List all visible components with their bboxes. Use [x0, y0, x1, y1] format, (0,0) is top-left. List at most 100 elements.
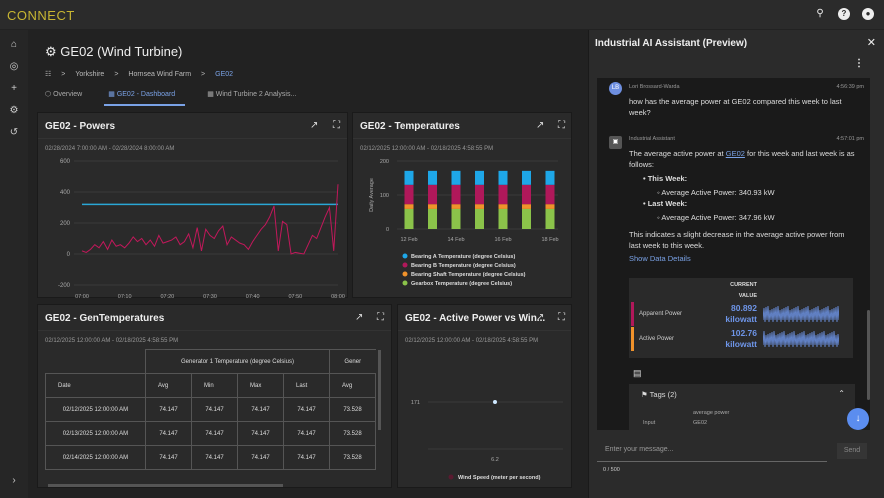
account-icon[interactable]: ●	[862, 8, 874, 20]
tab-dashboard[interactable]: ▦ GE02 - Dashboard	[104, 90, 186, 106]
history-icon[interactable]: ↺	[0, 122, 28, 144]
tab-overview[interactable]: ⬡ Overview	[45, 90, 82, 106]
open-external-icon[interactable]: ↗	[536, 120, 544, 131]
home-icon[interactable]: ⌂	[0, 34, 28, 56]
fullscreen-icon[interactable]: ⛶	[377, 312, 384, 323]
y-tick-label: 171	[411, 400, 420, 406]
gentemperatures-table: Generator 1 Temperature (degree Celsius)…	[45, 349, 376, 470]
x-tick-label: 07:30	[203, 294, 217, 300]
message-input[interactable]: Enter your message...	[597, 438, 827, 462]
x-tick-label: 07:40	[246, 294, 260, 300]
message-time: 4:56:39 pm	[836, 84, 864, 90]
column-header[interactable]: Min	[191, 373, 238, 398]
hierarchy-icon[interactable]: ☷	[45, 70, 51, 78]
fullscreen-icon[interactable]: ⛶	[558, 120, 565, 131]
table-cell: 74.147	[191, 421, 238, 446]
table-cell: 74.147	[283, 445, 330, 470]
table-cell: 74.147	[237, 397, 284, 422]
column-header[interactable]: Avg	[145, 373, 192, 398]
y-tick-label: 600	[60, 159, 71, 165]
details-row: Active Power 102.76 kilowatt	[629, 327, 853, 351]
breadcrumb-yorkshire[interactable]: Yorkshire	[75, 71, 104, 78]
time-range: 02/12/2025 12:00:00 AM - 02/18/2025 4:58…	[360, 146, 494, 152]
send-button[interactable]: Send	[837, 443, 867, 459]
breadcrumb-current[interactable]: GE02	[215, 71, 233, 78]
x-tick-label: 14 Feb	[447, 237, 464, 243]
show-data-details-link[interactable]: Show Data Details	[629, 254, 691, 263]
x-tick-label: 12 Feb	[400, 237, 417, 243]
scroll-down-button[interactable]: ↓	[847, 408, 869, 430]
scatter-panel: GE02 - Active Power vs Win... ↗ ⛶ 02/12/…	[397, 304, 572, 488]
bar-segment	[404, 208, 414, 229]
bar-segment	[545, 204, 555, 209]
x-tick-label: 16 Feb	[494, 237, 511, 243]
table-row: 02/13/2025 12:00:00 AM 74.147 74.147 74.147…	[45, 421, 376, 446]
table-icon[interactable]: ▤	[633, 368, 642, 379]
settings-icon[interactable]: ⚙	[0, 100, 28, 122]
fullscreen-icon[interactable]: ⛶	[333, 120, 340, 131]
table-cell: 74.147	[145, 445, 192, 470]
help-icon[interactable]: ?	[838, 8, 850, 20]
bar-segment	[475, 204, 484, 209]
close-icon[interactable]: ✕	[867, 36, 876, 49]
page-title: ⚙ GE02 (Wind Turbine)	[45, 44, 183, 59]
more-options-icon[interactable]: ⋮	[854, 58, 864, 69]
x-tick-label: 07:20	[160, 294, 174, 300]
bar-segment	[522, 170, 531, 185]
powers-panel: GE02 - Powers ↗ ⛶ 02/28/2024 7:00:00 AM …	[37, 112, 348, 300]
y-axis-label: Daily Average	[369, 178, 375, 212]
y-tick-label: 200	[60, 221, 71, 227]
y-tick-label: 200	[380, 159, 389, 165]
data-point	[493, 400, 497, 404]
bar-segment	[522, 208, 531, 229]
fullscreen-icon[interactable]: ⛶	[558, 312, 565, 323]
logo: CONNECT	[7, 8, 75, 23]
message-author: Lori Brossard-Warda	[629, 84, 680, 90]
open-external-icon[interactable]: ↗	[536, 312, 544, 323]
plus-icon[interactable]: +	[0, 78, 28, 100]
temperatures-panel: GE02 - Temperatures ↗ ⛶ 02/12/2025 12:00…	[352, 112, 572, 298]
breadcrumb-farm[interactable]: Hornsea Wind Farm	[128, 71, 191, 78]
tab-analysis[interactable]: ▦ Wind Turbine 2 Analysis...	[207, 90, 296, 106]
search-icon[interactable]: ⚲	[814, 8, 826, 20]
table-cell: 74.147	[145, 421, 192, 446]
horizontal-scrollbar[interactable]	[48, 484, 283, 487]
compass-icon[interactable]: ◎	[0, 56, 28, 78]
scatter-chart: 171 6.2 Wind Speed (meter per second)	[411, 400, 563, 481]
chevron-right-icon[interactable]: ›	[0, 470, 28, 492]
x-tick-label: 07:50	[288, 294, 302, 300]
x-tick-label: 6.2	[491, 457, 499, 463]
bar-segment	[451, 208, 461, 229]
column-header[interactable]: Date	[45, 373, 146, 398]
table-row: 02/12/2025 12:00:00 AM 74.147 74.147 74.147…	[45, 397, 376, 422]
table-cell: 74.147	[237, 445, 284, 470]
table-cell: 02/13/2025 12:00:00 AM	[45, 421, 146, 446]
temperatures-chart: 200 100 0 Daily Average 12 Feb 14 Feb 16 Feb 18…	[369, 159, 559, 287]
column-header[interactable]: Avg	[329, 373, 376, 398]
column-header[interactable]: Max	[237, 373, 284, 398]
vertical-scrollbar[interactable]	[378, 350, 381, 430]
table-cell: 74.147	[237, 421, 284, 446]
data-details-table: CURRENT VALUE Apparent Power 80.892 kilow…	[629, 278, 853, 358]
message-author: Industrial Assistant	[629, 136, 675, 142]
chat-scrollbar[interactable]	[867, 310, 870, 400]
sparkline	[763, 305, 839, 323]
y-tick-label: 0	[67, 252, 71, 258]
open-external-icon[interactable]: ↗	[310, 120, 318, 131]
bar-segment	[498, 184, 508, 205]
legend-swatch	[402, 253, 408, 259]
legend-swatch	[402, 280, 408, 286]
column-header[interactable]: Last	[283, 373, 330, 398]
bar-segment	[498, 170, 508, 185]
tags-section: ⚑ Tags (2) ⌃ average power Input GE02	[629, 384, 855, 430]
table-cell: 74.147	[191, 445, 238, 470]
chevron-up-icon[interactable]: ⌃	[838, 389, 845, 398]
assistant-panel: Industrial AI Assistant (Preview) ✕ ⋮ LB…	[588, 30, 884, 498]
details-row: Apparent Power 80.892 kilowatt	[629, 302, 853, 326]
open-external-icon[interactable]: ↗	[355, 312, 363, 323]
message-time: 4:57:01 pm	[836, 136, 864, 142]
asset-link[interactable]: GE02	[726, 149, 745, 158]
bar-segment	[404, 204, 414, 209]
tags-header[interactable]: ⚑ Tags (2)	[641, 390, 677, 399]
x-tick-label: 07:10	[118, 294, 132, 300]
